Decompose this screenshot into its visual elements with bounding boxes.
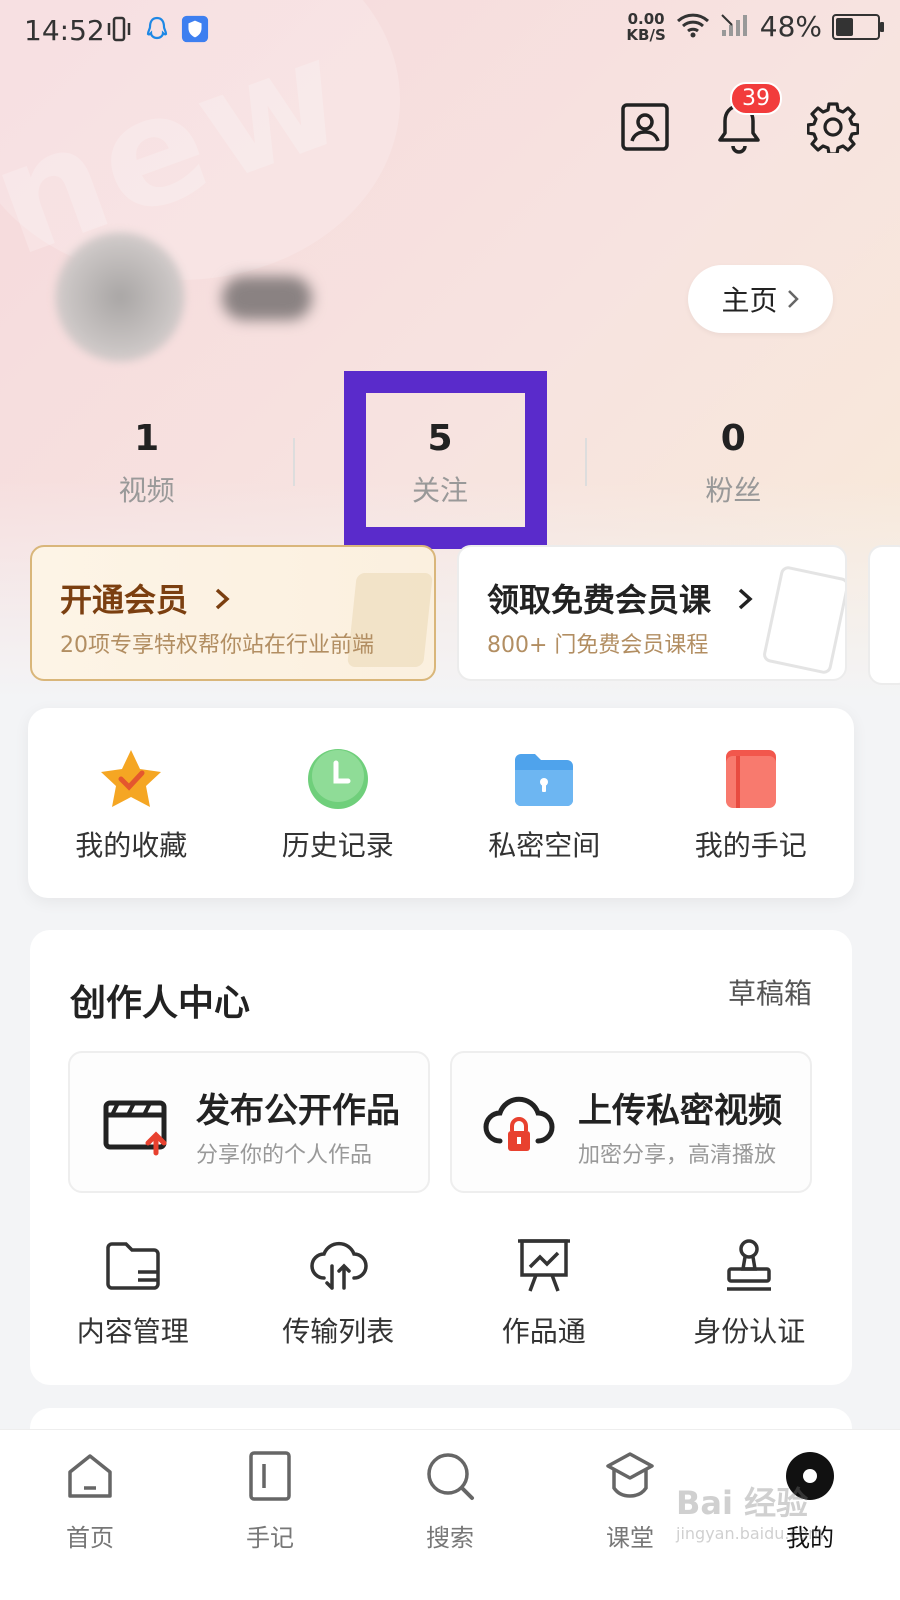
status-notification-icons bbox=[105, 14, 209, 44]
baidu-jingyan-watermark: Bai 经验 jingyan.baidu.com bbox=[676, 1478, 846, 1556]
network-speed-value: 0.00 bbox=[627, 9, 665, 28]
upload-title: 上传私密视频 bbox=[578, 1091, 782, 1131]
stat-divider bbox=[293, 438, 296, 486]
presentation-chart-icon bbox=[512, 1234, 576, 1298]
cellular-signal-icon bbox=[720, 12, 750, 42]
quick-private-space[interactable]: 私密空间 bbox=[441, 708, 648, 898]
annotation-highlight-box bbox=[344, 371, 547, 549]
chevron-right-icon bbox=[215, 588, 230, 610]
username-blurred bbox=[222, 276, 312, 320]
tool-transfer-list[interactable]: 传输列表 bbox=[236, 1230, 442, 1360]
nav-home[interactable]: 首页 bbox=[0, 1430, 180, 1600]
next-card-peek[interactable] bbox=[868, 545, 900, 685]
watermark-sub: jingyan.baidu.com bbox=[676, 1524, 824, 1543]
battery-icon bbox=[832, 13, 884, 40]
stat-value: 0 bbox=[720, 418, 746, 459]
tool-works-pass[interactable]: 作品通 bbox=[441, 1230, 647, 1360]
nav-label: 搜索 bbox=[426, 1524, 474, 1552]
notification-button[interactable]: 39 bbox=[712, 82, 782, 154]
status-time: 14:52 bbox=[24, 14, 105, 47]
quick-label: 私密空间 bbox=[488, 829, 601, 862]
quick-history[interactable]: 历史记录 bbox=[235, 708, 442, 898]
nav-notes[interactable]: 手记 bbox=[180, 1430, 360, 1600]
publish-public-work-card[interactable]: 发布公开作品 分享你的个人作品 bbox=[68, 1051, 430, 1193]
vip-title-text: 开通会员 bbox=[60, 581, 189, 619]
free-course-title-text: 领取免费会员课 bbox=[487, 581, 712, 619]
stat-label: 视频 bbox=[118, 474, 175, 507]
cloud-lock-icon bbox=[482, 1087, 556, 1161]
chevron-right-icon bbox=[738, 588, 753, 610]
nav-label: 课堂 bbox=[606, 1524, 654, 1552]
status-bar: 14:52 0.00 KB/S 48% bbox=[0, 0, 900, 64]
vip-title: 开通会员 bbox=[60, 575, 233, 621]
wifi-icon bbox=[676, 12, 710, 42]
lock-folder-icon bbox=[509, 744, 579, 814]
home-icon bbox=[62, 1448, 118, 1504]
tool-label: 内容管理 bbox=[76, 1315, 189, 1348]
nav-label: 首页 bbox=[66, 1524, 114, 1552]
status-system-icons: 0.00 KB/S 48% bbox=[626, 10, 884, 43]
upload-private-video-card[interactable]: 上传私密视频 加密分享，高清播放 bbox=[450, 1051, 812, 1193]
free-course-card[interactable]: 领取免费会员课 800+ 门免费会员课程 bbox=[457, 545, 847, 681]
notebook-icon bbox=[716, 744, 786, 814]
tool-identity-verification[interactable]: 身份认证 bbox=[647, 1230, 853, 1360]
battery-percent: 48% bbox=[759, 10, 822, 43]
quick-label: 我的收藏 bbox=[75, 829, 188, 862]
free-course-subtitle: 800+ 门免费会员课程 bbox=[487, 633, 709, 658]
tool-label: 作品通 bbox=[501, 1315, 586, 1348]
homepage-button[interactable]: 主页 bbox=[688, 265, 833, 333]
stat-videos[interactable]: 1 视频 bbox=[0, 410, 293, 520]
classroom-icon bbox=[602, 1448, 658, 1504]
shield-icon bbox=[181, 14, 209, 44]
quick-label: 历史记录 bbox=[281, 829, 394, 862]
stat-label: 粉丝 bbox=[705, 474, 762, 507]
nav-label: 手记 bbox=[246, 1524, 294, 1552]
stat-value: 1 bbox=[134, 418, 160, 459]
settings-button[interactable] bbox=[806, 100, 860, 154]
contact-card-button[interactable] bbox=[618, 100, 672, 154]
quick-label: 我的手记 bbox=[694, 829, 807, 862]
free-course-title: 领取免费会员课 bbox=[487, 575, 756, 621]
vip-subtitle: 20项专享特权帮你站在行业前端 bbox=[60, 633, 374, 658]
avatar[interactable] bbox=[55, 232, 185, 362]
watermark-main: Bai 经验 bbox=[676, 1484, 809, 1522]
homepage-label: 主页 bbox=[721, 284, 778, 317]
folder-icon bbox=[101, 1234, 165, 1298]
clock-icon bbox=[303, 744, 373, 814]
tool-content-management[interactable]: 内容管理 bbox=[30, 1230, 236, 1360]
creator-tools: 内容管理 传输列表 作品通 身份认证 bbox=[30, 1230, 852, 1360]
quick-favorites[interactable]: 我的收藏 bbox=[28, 708, 235, 898]
drafts-link[interactable]: 草稿箱 bbox=[728, 972, 812, 1012]
chevron-right-icon bbox=[787, 290, 799, 308]
contact-card-icon bbox=[621, 103, 669, 151]
clapperboard-upload-icon bbox=[100, 1087, 174, 1161]
battery-level-fill bbox=[836, 17, 854, 36]
stat-fans[interactable]: 0 粉丝 bbox=[587, 410, 880, 520]
qq-icon bbox=[143, 14, 171, 44]
tool-label: 身份认证 bbox=[693, 1315, 806, 1348]
note-icon bbox=[242, 1448, 298, 1504]
tool-label: 传输列表 bbox=[282, 1315, 395, 1348]
cloud-transfer-icon bbox=[306, 1234, 370, 1298]
gear-icon bbox=[807, 102, 859, 153]
creator-center-title: 创作人中心 bbox=[70, 983, 251, 1024]
nav-search[interactable]: 搜索 bbox=[360, 1430, 540, 1600]
star-icon bbox=[96, 744, 166, 814]
network-speed: 0.00 KB/S bbox=[626, 11, 665, 43]
vip-membership-card[interactable]: 开通会员 20项专享特权帮你站在行业前端 bbox=[30, 545, 436, 681]
quick-access-panel: 我的收藏 历史记录 私密空间 我的手记 bbox=[28, 708, 854, 898]
creator-center-panel: 创作人中心 草稿箱 发布公开作品 分享你的个人作品 上传私密视频 加密分享，高清… bbox=[30, 930, 852, 1385]
upload-subtitle: 加密分享，高清播放 bbox=[578, 1143, 777, 1168]
publish-subtitle: 分享你的个人作品 bbox=[196, 1143, 373, 1168]
book-decoration bbox=[761, 564, 845, 676]
top-actions: 39 bbox=[618, 82, 860, 154]
notification-badge: 39 bbox=[730, 82, 782, 115]
search-icon bbox=[422, 1448, 478, 1504]
stamp-icon bbox=[717, 1234, 781, 1298]
vibrate-icon bbox=[105, 14, 133, 44]
network-speed-unit: KB/S bbox=[626, 25, 666, 44]
quick-my-notes[interactable]: 我的手记 bbox=[648, 708, 855, 898]
publish-title: 发布公开作品 bbox=[196, 1091, 400, 1131]
